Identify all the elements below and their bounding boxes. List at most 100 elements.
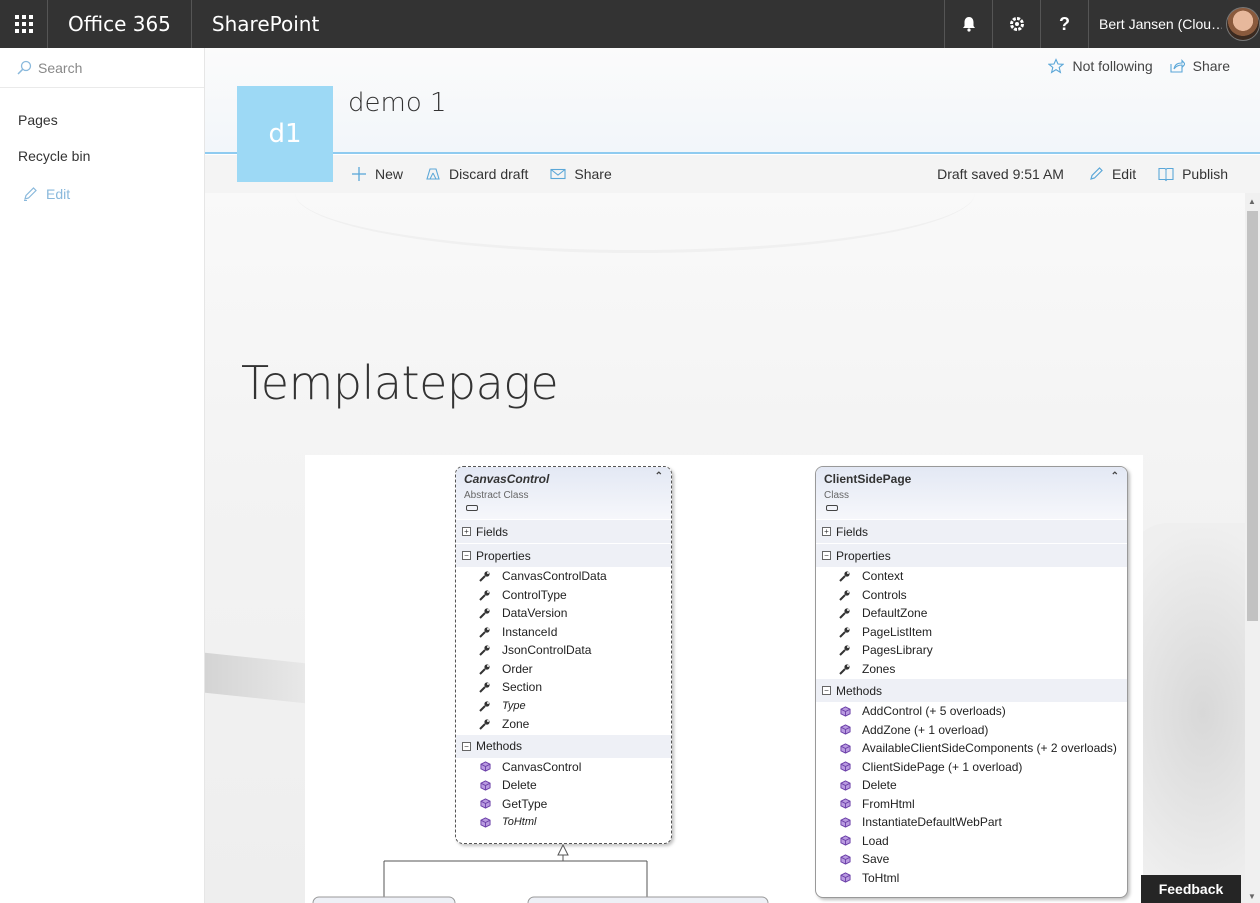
method-cube-icon — [838, 854, 852, 865]
methods-section: − Methods — [816, 678, 1127, 702]
member-label: AddZone (+ 1 overload) — [862, 722, 989, 737]
member-label: Zones — [862, 661, 896, 676]
member-label: Context — [862, 569, 904, 584]
member-label: PagesLibrary — [862, 643, 933, 658]
member-label: Controls — [862, 587, 907, 602]
member-label: PageListItem — [862, 624, 933, 639]
vertical-scrollbar[interactable]: ▲ ▼ — [1245, 193, 1260, 903]
office-365-link[interactable]: Office 365 — [48, 0, 192, 48]
property-row[interactable]: InstanceId — [456, 623, 671, 642]
wrench-icon — [478, 626, 492, 638]
scrollbar-thumb[interactable] — [1247, 211, 1258, 621]
method-row[interactable]: FromHtml — [816, 795, 1127, 814]
notifications-button[interactable] — [944, 0, 992, 48]
property-row[interactable]: ControlType — [456, 586, 671, 605]
property-row[interactable]: Controls — [816, 586, 1127, 605]
property-row[interactable]: Zones — [816, 660, 1127, 679]
class-diagram-image: CanvasControl Abstract Class ⌃ + Fields −… — [305, 455, 1143, 903]
settings-button[interactable] — [992, 0, 1040, 48]
user-menu[interactable]: Bert Jansen (Clou… — [1088, 0, 1260, 48]
method-cube-icon — [838, 706, 852, 717]
search-placeholder: Search — [38, 59, 83, 76]
edit-page-button[interactable]: Edit — [1088, 166, 1136, 182]
share-page-button[interactable]: Share — [550, 166, 612, 182]
app-launcher-button[interactable] — [0, 0, 48, 48]
nav-edit-label: Edit — [46, 186, 71, 202]
method-cube-icon — [838, 780, 852, 791]
method-row[interactable]: ToHtml — [456, 813, 671, 832]
site-title[interactable]: demo 1 — [348, 88, 447, 118]
mail-icon — [550, 168, 566, 180]
new-button[interactable]: New — [351, 166, 403, 182]
property-row[interactable]: Order — [456, 660, 671, 679]
property-row[interactable]: Type — [456, 697, 671, 716]
method-row[interactable]: Load — [816, 832, 1127, 851]
method-row[interactable]: Delete — [816, 776, 1127, 795]
wrench-icon — [478, 589, 492, 601]
suite-bar: Office 365 SharePoint ? Bert Jansen (Clo… — [0, 0, 1260, 48]
collapse-icon: ⌃ — [654, 471, 663, 482]
class-box-canvascontrol: CanvasControl Abstract Class ⌃ + Fields −… — [455, 466, 672, 844]
property-row[interactable]: DataVersion — [456, 604, 671, 623]
method-cube-icon — [478, 780, 492, 791]
method-row[interactable]: AddControl (+ 5 overloads) — [816, 702, 1127, 721]
site-logo[interactable]: d1 — [237, 86, 333, 182]
method-row[interactable]: AddZone (+ 1 overload) — [816, 721, 1127, 740]
collapse-icon: ⌃ — [1110, 471, 1119, 482]
member-label: Type — [502, 699, 526, 712]
nav-item-pages[interactable]: Pages — [0, 102, 204, 138]
property-row[interactable]: PageListItem — [816, 623, 1127, 642]
method-row[interactable]: AvailableClientSideComponents (+ 2 overl… — [816, 739, 1127, 758]
wrench-icon — [838, 644, 852, 656]
member-label: CanvasControl — [502, 759, 582, 774]
method-row[interactable]: Delete — [456, 776, 671, 795]
property-row[interactable]: Context — [816, 567, 1127, 586]
feedback-button[interactable]: Feedback — [1141, 875, 1241, 903]
methods-list: CanvasControl Delete GetType ToHtml — [456, 758, 671, 832]
wrench-icon — [478, 570, 492, 582]
gear-icon — [1009, 17, 1024, 31]
page-title[interactable]: Templatepage — [241, 356, 559, 410]
method-cube-icon — [838, 817, 852, 828]
nav-item-recycle-bin[interactable]: Recycle bin — [0, 138, 204, 174]
wrench-icon — [838, 607, 852, 619]
method-row[interactable]: CanvasControl — [456, 758, 671, 777]
property-row[interactable]: PagesLibrary — [816, 641, 1127, 660]
property-row[interactable]: DefaultZone — [816, 604, 1127, 623]
publish-button[interactable]: Publish — [1158, 166, 1228, 182]
properties-section: − Properties — [456, 543, 671, 567]
method-row[interactable]: ToHtml — [816, 869, 1127, 888]
scroll-up-icon[interactable]: ▲ — [1248, 197, 1256, 206]
scroll-down-icon[interactable]: ▼ — [1248, 892, 1256, 901]
property-row[interactable]: JsonControlData — [456, 641, 671, 660]
class-kind: Class — [824, 490, 850, 501]
property-row[interactable]: Zone — [456, 715, 671, 734]
pencil-icon — [1090, 167, 1103, 180]
pencil-icon — [24, 187, 37, 201]
method-row[interactable]: Save — [816, 850, 1127, 869]
method-row[interactable]: ClientSidePage (+ 1 overload) — [816, 758, 1127, 777]
method-cube-icon — [478, 817, 492, 828]
help-button[interactable]: ? — [1040, 0, 1088, 48]
nav-edit-link[interactable]: Edit — [0, 174, 204, 214]
waffle-icon — [14, 15, 33, 33]
background-shape — [205, 652, 305, 704]
command-bar: New Discard draft Share Draft saved 9:51… — [205, 155, 1260, 193]
new-label: New — [375, 166, 404, 182]
properties-list: Context Controls DefaultZone PageListItem Pa… — [816, 567, 1127, 678]
avatar — [1226, 7, 1260, 41]
method-row[interactable]: InstantiateDefaultWebPart — [816, 813, 1127, 832]
follow-button[interactable]: Not following — [1048, 58, 1153, 74]
member-label: Delete — [862, 778, 897, 793]
class-box-clientsidepage: ClientSidePage Class ⌃ + Fields − Properti… — [815, 466, 1128, 898]
member-label: AvailableClientSideComponents (+ 2 overl… — [862, 741, 1117, 756]
property-row[interactable]: Section — [456, 678, 671, 697]
sharepoint-link[interactable]: SharePoint — [192, 12, 339, 36]
draft-status: Draft saved 9:51 AM — [937, 166, 1064, 182]
expand-icon: + — [462, 527, 471, 536]
method-row[interactable]: GetType — [456, 795, 671, 814]
discard-draft-button[interactable]: Discard draft — [425, 166, 528, 182]
property-row[interactable]: CanvasControlData — [456, 567, 671, 586]
site-share-button[interactable]: Share — [1169, 58, 1230, 74]
search-box[interactable]: Search — [0, 48, 204, 88]
